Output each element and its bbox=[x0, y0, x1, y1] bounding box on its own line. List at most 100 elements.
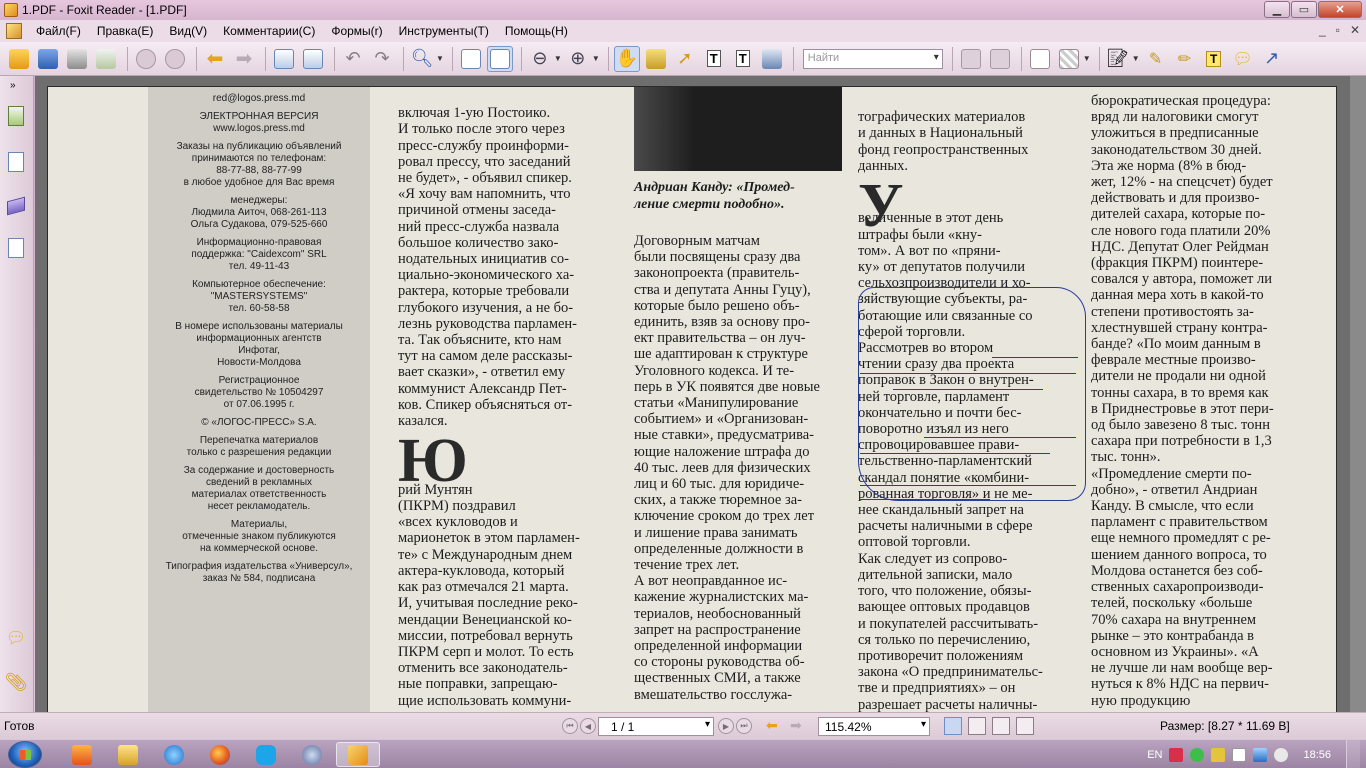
back-button[interactable]: ⬅ bbox=[202, 46, 228, 72]
minimize-button[interactable]: ▁ bbox=[1264, 1, 1290, 18]
typewriter-button[interactable]: T bbox=[1201, 46, 1227, 72]
text-tool-button[interactable]: T bbox=[730, 46, 756, 72]
checker-button[interactable] bbox=[1056, 46, 1082, 72]
single-page-layout-button[interactable] bbox=[944, 717, 962, 735]
select-tool-button[interactable]: ➚ bbox=[672, 46, 698, 72]
pen-underline bbox=[924, 437, 1076, 438]
bookmarks-panel-button[interactable] bbox=[5, 104, 27, 128]
camera-button[interactable] bbox=[759, 46, 785, 72]
redo-button[interactable]: ↷ bbox=[369, 46, 395, 72]
taskbar-media-player[interactable] bbox=[60, 742, 104, 767]
arrow-left-icon: ⬅ bbox=[206, 48, 224, 70]
language-indicator[interactable]: EN bbox=[1147, 749, 1162, 761]
continuous-layout-button[interactable] bbox=[968, 717, 986, 735]
article-column-3-text-a: тографических материалов и данных в Наци… bbox=[858, 109, 1029, 174]
close-button[interactable]: ✕ bbox=[1318, 1, 1362, 18]
tray-lightning-icon[interactable] bbox=[1211, 747, 1226, 762]
menu-comments[interactable]: Комментарии(C) bbox=[215, 24, 323, 38]
next-page-button[interactable] bbox=[162, 46, 188, 72]
doc-restore-button[interactable]: ▫ bbox=[1336, 23, 1340, 37]
volume-icon[interactable] bbox=[1274, 747, 1289, 762]
doc-close-button[interactable]: ✕ bbox=[1350, 23, 1360, 37]
network-icon[interactable] bbox=[1253, 747, 1268, 762]
fit-width-button[interactable] bbox=[486, 45, 513, 72]
prev-page-status-button[interactable]: ◀ bbox=[580, 718, 596, 734]
text-select-button[interactable]: T bbox=[701, 46, 727, 72]
taskbar-internet-explorer[interactable] bbox=[152, 742, 196, 767]
menu-file[interactable]: Файл(F) bbox=[28, 24, 89, 38]
forward-view-button[interactable]: ➡ bbox=[790, 717, 802, 734]
next-page-status-button[interactable]: ▶ bbox=[718, 718, 734, 734]
continuous-facing-layout-button[interactable] bbox=[1016, 717, 1034, 735]
snapshot-button[interactable] bbox=[643, 46, 669, 72]
taskbar-skype[interactable] bbox=[244, 742, 288, 767]
first-page-button[interactable]: ⏮ bbox=[562, 718, 578, 734]
open-button[interactable] bbox=[6, 46, 32, 72]
find-prev-button[interactable] bbox=[987, 46, 1013, 72]
save-button[interactable] bbox=[35, 46, 61, 72]
forward-button[interactable]: ➡ bbox=[231, 46, 257, 72]
pencil-button[interactable]: ✏ bbox=[1172, 46, 1198, 72]
taskbar-network-app[interactable] bbox=[290, 742, 334, 767]
attachments-panel-button[interactable]: 📎︎ bbox=[4, 670, 28, 694]
menu-help[interactable]: Помощь(H) bbox=[497, 24, 576, 38]
zoom-in-button[interactable]: ⊕ bbox=[565, 46, 591, 72]
search-input[interactable]: Найти bbox=[802, 48, 943, 69]
prev-page-button[interactable] bbox=[133, 46, 159, 72]
note-button[interactable]: 💬︎ bbox=[1230, 46, 1256, 72]
tray-green-icon[interactable] bbox=[1190, 747, 1205, 762]
hand-tool-button[interactable]: ✋ bbox=[613, 45, 640, 72]
tray-app-icon[interactable] bbox=[1169, 747, 1184, 762]
highlighter-button[interactable]: ✎ bbox=[1143, 46, 1169, 72]
start-button[interactable] bbox=[8, 741, 42, 768]
zoom-out-button[interactable]: ⊖ bbox=[527, 46, 553, 72]
zoom-in-dropdown-arrow[interactable]: ▼ bbox=[592, 54, 600, 63]
copy-button[interactable] bbox=[271, 46, 297, 72]
blank-page-button[interactable] bbox=[1027, 46, 1053, 72]
print-button[interactable] bbox=[64, 46, 90, 72]
email-button[interactable] bbox=[93, 46, 119, 72]
zoom-dropdown-arrow[interactable]: ▼ bbox=[436, 54, 444, 63]
pen-note-button[interactable]: 📝︎ bbox=[1105, 46, 1131, 72]
menu-forms[interactable]: Формы(r) bbox=[323, 24, 390, 38]
show-desktop-button[interactable] bbox=[1346, 740, 1360, 768]
checker-dropdown-arrow[interactable]: ▼ bbox=[1083, 54, 1091, 63]
menu-edit[interactable]: Правка(E) bbox=[89, 24, 162, 38]
back-view-button[interactable]: ⬅ bbox=[766, 717, 778, 734]
paste-button[interactable] bbox=[300, 46, 326, 72]
pen-underline bbox=[860, 485, 1076, 486]
pen-underline bbox=[992, 357, 1078, 358]
zoom-button[interactable]: 🔍︎ bbox=[409, 46, 435, 72]
last-page-button[interactable]: ⏭ bbox=[736, 718, 752, 734]
camera-icon bbox=[761, 48, 782, 69]
zoom-out-dropdown-arrow[interactable]: ▼ bbox=[554, 54, 562, 63]
signatures-panel-button[interactable] bbox=[5, 236, 27, 260]
menu-tools[interactable]: Инструменты(T) bbox=[391, 24, 497, 38]
comments-panel-button[interactable]: 💬︎ bbox=[5, 626, 27, 650]
status-ready-text: Готов bbox=[4, 719, 35, 733]
clock-time[interactable]: 18:56 bbox=[1303, 749, 1331, 761]
page-number-field[interactable]: 1 / 1 bbox=[598, 717, 714, 736]
zoom-level-field[interactable]: 115.42% bbox=[818, 717, 930, 736]
pages-panel-button[interactable] bbox=[5, 150, 27, 174]
find-next-button[interactable] bbox=[958, 46, 984, 72]
doc-minimize-button[interactable]: _ bbox=[1319, 23, 1326, 37]
arrow-tool-button[interactable]: ↗ bbox=[1259, 46, 1285, 72]
menu-view[interactable]: Вид(V) bbox=[161, 24, 215, 38]
facing-layout-button[interactable] bbox=[992, 717, 1010, 735]
taskbar-firefox[interactable] bbox=[198, 742, 242, 767]
document-view[interactable]: red@logos.press.md ЭЛЕКТРОННАЯ ВЕРСИЯ ww… bbox=[35, 76, 1366, 712]
taskbar-foxit-reader[interactable] bbox=[336, 742, 380, 767]
document-menu-icon[interactable] bbox=[6, 23, 22, 39]
paperclip-icon: 📎︎ bbox=[4, 671, 28, 692]
layers-panel-button[interactable] bbox=[5, 194, 27, 218]
tray-flag-icon[interactable] bbox=[1232, 747, 1247, 762]
maximize-button[interactable]: ▭ bbox=[1291, 1, 1317, 18]
pen-note-dropdown-arrow[interactable]: ▼ bbox=[1132, 54, 1140, 63]
fit-width-icon bbox=[489, 48, 510, 69]
fit-page-button[interactable] bbox=[458, 46, 484, 72]
arrow-up-circle-icon bbox=[136, 48, 156, 69]
taskbar-explorer[interactable] bbox=[106, 742, 150, 767]
undo-button[interactable]: ↶ bbox=[340, 46, 366, 72]
sidebar-expand-icon[interactable]: » bbox=[10, 80, 16, 91]
